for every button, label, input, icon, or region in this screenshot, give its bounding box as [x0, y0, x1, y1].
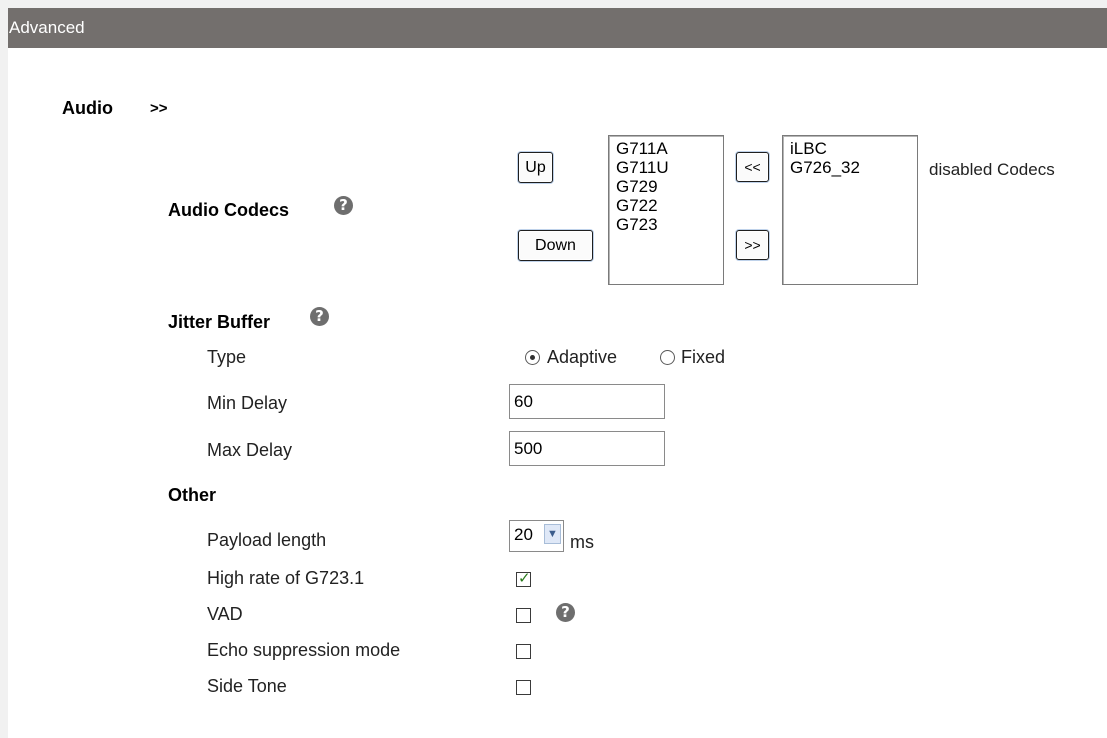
side-tone-checkbox[interactable]: [516, 680, 531, 695]
move-to-disabled-button[interactable]: >>: [736, 230, 769, 260]
list-item[interactable]: G723: [616, 215, 723, 234]
vad-label: VAD: [207, 604, 243, 624]
payload-length-label: Payload length: [207, 530, 327, 550]
fixed-option-label[interactable]: Fixed: [681, 347, 725, 368]
min-delay-input[interactable]: 60: [509, 384, 665, 419]
adaptive-option-label[interactable]: Adaptive: [547, 347, 617, 368]
vad-checkbox[interactable]: [516, 608, 531, 623]
payload-length-value: 20: [514, 525, 533, 544]
high-rate-label: High rate of G723.1: [207, 568, 365, 588]
codec-down-button[interactable]: Down: [518, 230, 593, 261]
max-delay-label: Max Delay: [207, 440, 293, 460]
other-section-label: Other: [168, 485, 217, 505]
adaptive-radio[interactable]: [525, 350, 540, 365]
move-to-enabled-button[interactable]: <<: [736, 152, 769, 182]
disabled-codecs-caption: disabled Codecs: [929, 160, 1055, 179]
help-icon[interactable]: ?: [334, 196, 353, 215]
side-tone-label: Side Tone: [207, 676, 287, 696]
content-panel: [8, 8, 1107, 738]
jitter-buffer-label: Jitter Buffer: [168, 312, 271, 332]
list-item[interactable]: G711U: [616, 158, 723, 177]
page-frame: Advanced Audio >> Audio Codecs ? Up Down…: [0, 0, 1107, 738]
chevron-down-icon[interactable]: ▼: [544, 524, 561, 544]
codec-up-button[interactable]: Up: [518, 152, 553, 183]
disabled-codecs-listbox[interactable]: iLBC G726_32: [782, 135, 918, 285]
audio-codecs-label: Audio Codecs: [168, 200, 290, 220]
echo-suppression-label: Echo suppression mode: [207, 640, 401, 660]
enabled-codecs-listbox[interactable]: G711A G711U G729 G722 G723: [608, 135, 724, 285]
section-titlebar: Advanced: [8, 8, 1107, 48]
list-item[interactable]: G722: [616, 196, 723, 215]
jitter-type-label: Type: [207, 347, 247, 367]
echo-suppression-checkbox[interactable]: [516, 644, 531, 659]
section-title: Advanced: [9, 18, 85, 37]
list-item[interactable]: G711A: [616, 139, 723, 158]
fixed-radio[interactable]: [660, 350, 675, 365]
list-item[interactable]: G726_32: [790, 158, 917, 177]
payload-length-select[interactable]: 20 ▼: [509, 520, 564, 552]
list-item[interactable]: G729: [616, 177, 723, 196]
help-icon[interactable]: ?: [310, 307, 329, 326]
list-item[interactable]: iLBC: [790, 139, 917, 158]
max-delay-input[interactable]: 500: [509, 431, 665, 466]
high-rate-checkbox[interactable]: [516, 569, 531, 587]
audio-section-label: Audio: [62, 98, 113, 118]
min-delay-label: Min Delay: [207, 393, 288, 413]
audio-section-arrow[interactable]: >>: [150, 100, 168, 117]
help-icon[interactable]: ?: [556, 603, 575, 622]
payload-unit: ms: [570, 532, 594, 552]
